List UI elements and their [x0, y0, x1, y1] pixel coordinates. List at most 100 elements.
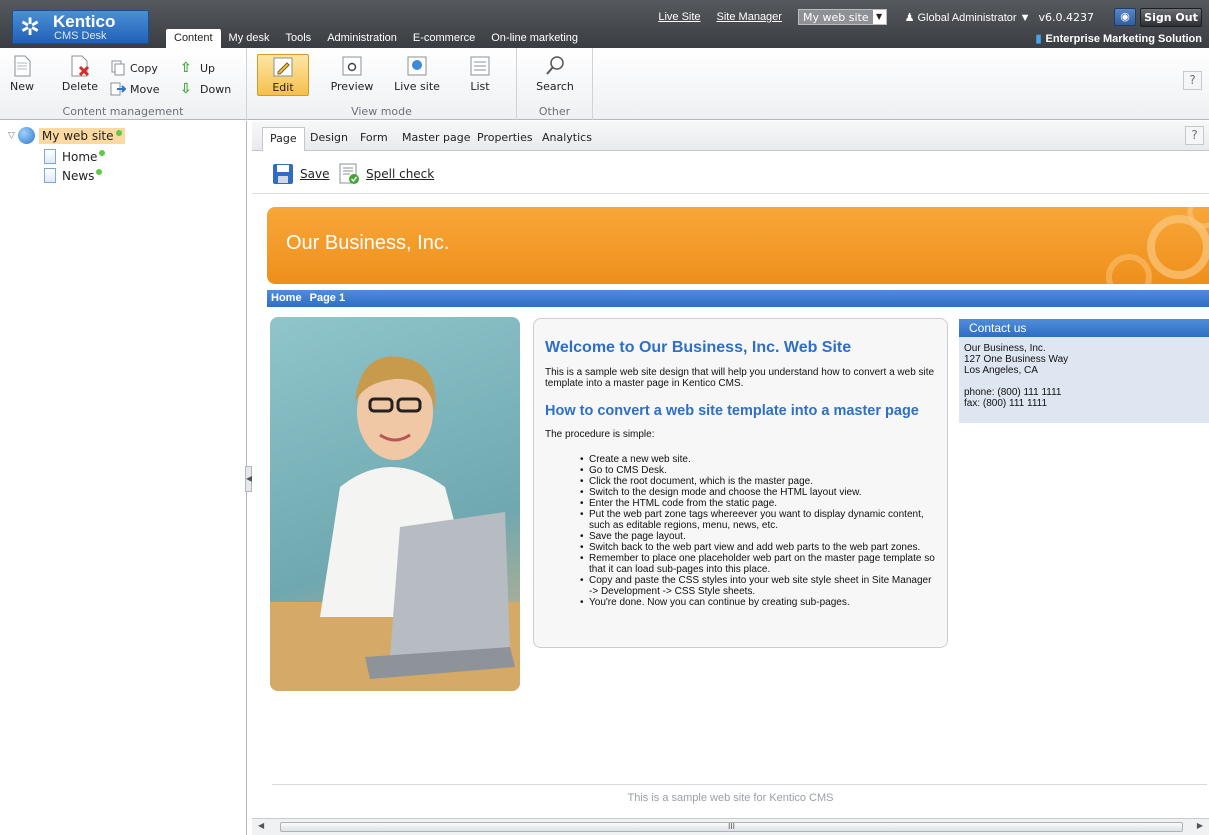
- banner-title: Our Business, Inc.: [286, 232, 450, 254]
- down-button[interactable]: ⇩ Down: [180, 81, 231, 97]
- scroll-right-icon[interactable]: ▶: [1197, 821, 1203, 830]
- site-banner: Our Business, Inc.: [267, 207, 1209, 284]
- contact-fax: fax: (800) 111 1111: [964, 398, 1048, 409]
- breadcrumb-page-1[interactable]: Page 1: [310, 292, 345, 304]
- search-button[interactable]: Search: [529, 54, 581, 96]
- chevron-down-icon[interactable]: ▼: [872, 10, 886, 24]
- document-icon: [44, 168, 56, 183]
- spell-check-button[interactable]: Spell check: [338, 163, 434, 185]
- tab-properties[interactable]: Properties: [470, 127, 540, 151]
- new-button[interactable]: New: [3, 54, 41, 96]
- tree-root-text: My web site: [41, 128, 114, 143]
- content-tree: ▽ My web site Home News: [0, 121, 247, 835]
- tree-item-news[interactable]: News: [44, 168, 103, 183]
- list-item: Remember to place one placeholder web pa…: [580, 553, 937, 575]
- arrow-down-icon: ⇩: [180, 81, 192, 97]
- business-woman-photo: [270, 317, 520, 691]
- edition-label: ▮ Enterprise Marketing Solution: [1035, 32, 1202, 45]
- move-label: Move: [130, 82, 160, 96]
- new-document-icon: [14, 55, 31, 77]
- welcome-panel: Welcome to Our Business, Inc. Web Site T…: [533, 318, 948, 648]
- site-footer: This is a sample web site for Kentico CM…: [627, 792, 834, 804]
- search-icon: [546, 56, 564, 75]
- tree-root-item[interactable]: ▽ My web site: [8, 127, 125, 144]
- tab-page[interactable]: Page: [262, 127, 305, 151]
- tab-content[interactable]: Content: [166, 29, 221, 48]
- logo-subtitle: CMS Desk: [54, 30, 107, 42]
- other-label: Other: [538, 105, 571, 118]
- list-item: Switch to the design mode and choose the…: [580, 487, 937, 498]
- tab-e-commerce[interactable]: E-commerce: [405, 29, 483, 48]
- collapse-icon[interactable]: ▽: [8, 131, 15, 141]
- contact-box: Contact us Our Business, Inc. 127 One Bu…: [959, 319, 1209, 423]
- tab-my-desk[interactable]: My desk: [221, 29, 278, 48]
- scroll-left-icon[interactable]: ◀: [258, 821, 264, 830]
- kentico-logo[interactable]: ✲ Kentico CMS Desk: [12, 10, 149, 44]
- tab-administration[interactable]: Administration: [319, 29, 405, 48]
- breadcrumb-home[interactable]: Home: [271, 292, 302, 304]
- tree-item-label: News: [62, 168, 95, 183]
- contact-street: 127 One Business Way: [964, 354, 1069, 365]
- save-label: Save: [300, 167, 330, 181]
- chevron-down-icon: ▼: [1016, 11, 1031, 24]
- tab-master-page[interactable]: Master page: [395, 127, 478, 151]
- sign-out-button[interactable]: Sign Out: [1140, 7, 1202, 27]
- steps-list: Create a new web site. Go to CMS Desk. C…: [580, 454, 937, 608]
- banner-decoration: [1106, 207, 1209, 284]
- save-icon: [273, 164, 293, 184]
- bars-icon: ▮: [1035, 33, 1042, 45]
- save-button[interactable]: Save: [272, 163, 329, 185]
- list-item: Go to CMS Desk.: [580, 465, 937, 476]
- site-manager-link[interactable]: Site Manager: [717, 11, 782, 23]
- tree-item-home[interactable]: Home: [44, 149, 106, 164]
- live-site-link[interactable]: Live Site: [658, 11, 700, 23]
- delete-label: Delete: [61, 80, 99, 93]
- list-icon: [470, 56, 490, 76]
- tab-tools[interactable]: Tools: [278, 29, 320, 48]
- delete-button[interactable]: Delete: [58, 54, 102, 96]
- tree-item-label: Home: [62, 149, 98, 164]
- tab-online-marketing[interactable]: On-line marketing: [483, 29, 586, 48]
- document-icon: [44, 149, 56, 164]
- list-item: Save the page layout.: [580, 531, 937, 542]
- tab-analytics[interactable]: Analytics: [535, 127, 599, 151]
- copy-icon: [111, 60, 125, 76]
- page-editor: Our Business, Inc. Home Page 1 Welcome t…: [252, 195, 1209, 818]
- list-item: Put the web part zone tags whereever you…: [580, 509, 937, 531]
- edit-label: Edit: [272, 81, 294, 94]
- down-label: Down: [200, 82, 232, 96]
- list-button[interactable]: List: [452, 54, 508, 96]
- live-site-button[interactable]: Live site: [387, 54, 447, 96]
- view-mode-label: View mode: [351, 105, 412, 118]
- contact-details: Our Business, Inc. 127 One Business Way …: [959, 337, 1209, 415]
- help-icon[interactable]: ?: [1183, 71, 1202, 90]
- up-label: Up: [200, 61, 216, 75]
- tab-design[interactable]: Design: [303, 127, 355, 151]
- edit-button[interactable]: Edit: [257, 54, 309, 96]
- action-bar: Save Spell check: [252, 152, 1209, 194]
- move-button[interactable]: Move: [110, 81, 160, 97]
- preview-label: Preview: [330, 80, 374, 93]
- contact-company: Our Business, Inc.: [964, 343, 1046, 354]
- content-management-label: Content management: [62, 105, 184, 118]
- horizontal-scrollbar[interactable]: ◀ III ▶: [252, 818, 1209, 835]
- user-menu[interactable]: ♟ Global Administrator ▼: [905, 11, 1031, 24]
- panel-splitter-handle[interactable]: ◀: [245, 466, 252, 492]
- preview-button[interactable]: Preview: [322, 54, 382, 96]
- site-breadcrumb: Home Page 1: [267, 290, 1209, 307]
- list-item: Copy and paste the CSS styles into your …: [580, 575, 937, 597]
- view-mode-group: Edit Preview Live site List View mode: [247, 48, 517, 120]
- scrollbar-thumb[interactable]: III: [280, 822, 1183, 832]
- list-item: You're done. Now you can continue by cre…: [580, 597, 937, 608]
- copy-button[interactable]: Copy: [110, 60, 158, 76]
- site-selector[interactable]: My web site ▼: [797, 9, 887, 25]
- tab-form[interactable]: Form: [353, 127, 395, 151]
- delete-document-icon: [71, 55, 90, 77]
- up-button[interactable]: ⇧ Up: [180, 60, 215, 76]
- photo-illustration: [270, 356, 520, 691]
- edition-text: Enterprise Marketing Solution: [1045, 33, 1202, 45]
- list-item: Switch back to the web part view and add…: [580, 542, 937, 553]
- published-status-dot: [96, 168, 103, 175]
- help-icon[interactable]: ?: [1185, 126, 1204, 145]
- globe-icon[interactable]: ◉: [1114, 8, 1136, 26]
